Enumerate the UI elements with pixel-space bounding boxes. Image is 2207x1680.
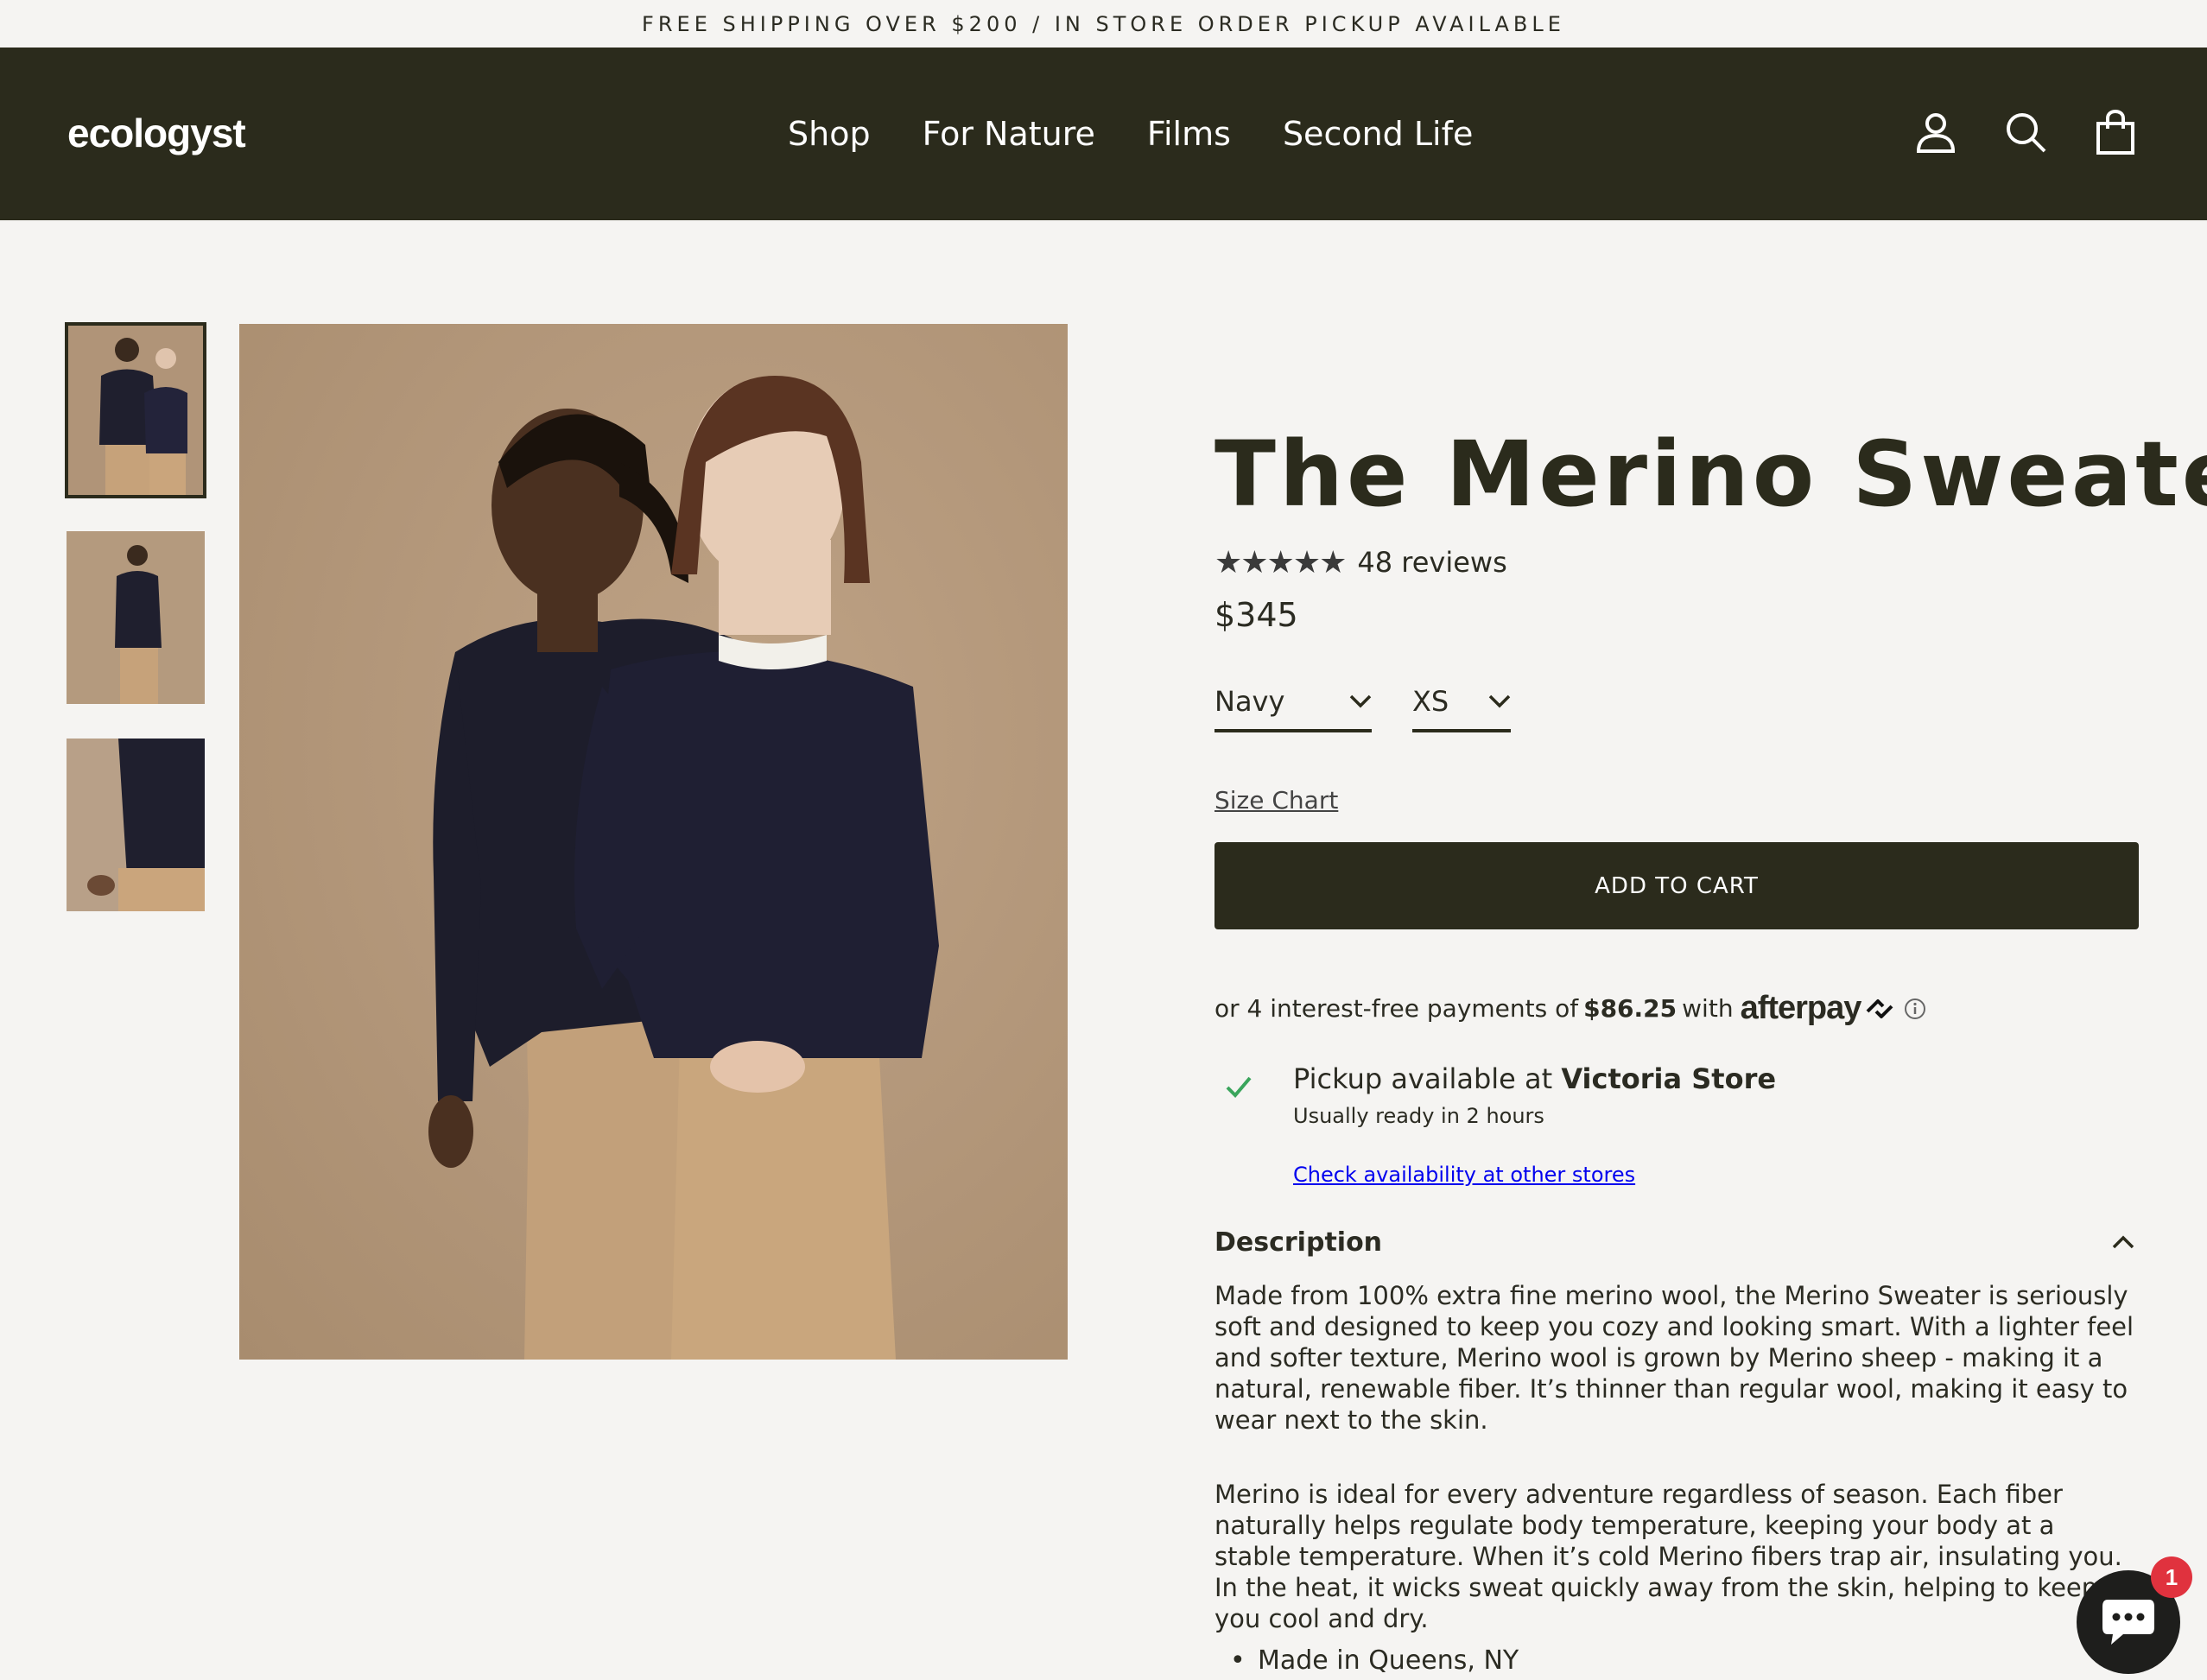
size-select[interactable]: XS	[1412, 682, 1511, 732]
afterpay-with: with	[1682, 994, 1734, 1023]
chevron-down-icon	[1349, 694, 1372, 708]
thumbnail-2[interactable]	[67, 531, 205, 704]
pickup-store-name: Victoria Store	[1561, 1062, 1777, 1095]
product-rating[interactable]: ★★★★★ 48 reviews	[1214, 544, 1507, 580]
afterpay-logo: afterpay	[1740, 990, 1862, 1026]
afterpay-arrows-icon	[1866, 998, 1893, 1018]
description-toggle[interactable]: Description	[1214, 1220, 2139, 1264]
info-icon[interactable]	[1904, 998, 1926, 1020]
description-bullet: Made in Queens, NY	[1230, 1645, 1519, 1676]
product-title: The Merino Sweater	[1214, 422, 2207, 527]
thumbnail-1[interactable]	[65, 322, 206, 498]
description-heading: Description	[1214, 1227, 1383, 1258]
search-icon[interactable]	[2001, 108, 2050, 156]
check-icon	[1226, 1076, 1252, 1098]
chevron-down-icon	[1488, 694, 1511, 708]
product-price: $345	[1214, 596, 1298, 634]
star-rating-icon: ★★★★★	[1214, 544, 1347, 580]
size-chart-link[interactable]: Size Chart	[1214, 786, 1338, 815]
color-select-value: Navy	[1214, 685, 1285, 718]
description-paragraph-2: Merino is ideal for every adventure rega…	[1214, 1480, 2122, 1633]
pickup-ready-time: Usually ready in 2 hours	[1293, 1104, 1544, 1128]
product-thumbnail-image	[67, 739, 205, 911]
nav-item-films[interactable]: Films	[1147, 115, 1231, 153]
nav-item-second-life[interactable]: Second Life	[1283, 115, 1473, 153]
afterpay-prefix: or 4 interest-free payments of	[1214, 994, 1579, 1023]
header-icons	[1912, 108, 2140, 156]
cart-icon[interactable]	[2091, 108, 2140, 156]
product-thumbnail-image	[67, 531, 205, 704]
review-count[interactable]: 48 reviews	[1357, 546, 1506, 579]
product-main-image[interactable]	[239, 324, 1068, 1360]
afterpay-message: or 4 interest-free payments of $86.25 wi…	[1214, 990, 1926, 1027]
add-to-cart-button[interactable]: ADD TO CART	[1214, 842, 2139, 929]
chat-bubble-icon	[2102, 1600, 2154, 1645]
nav-item-shop[interactable]: Shop	[788, 115, 871, 153]
check-availability-link[interactable]: Check availability at other stores	[1293, 1163, 1635, 1187]
site-header: ecologyst Shop For Nature Films Second L…	[0, 48, 2207, 220]
main-nav: Shop For Nature Films Second Life	[788, 115, 1473, 153]
chevron-up-icon	[2112, 1235, 2134, 1249]
afterpay-amount: $86.25	[1583, 994, 1677, 1023]
description-paragraph-1: Made from 100% extra fine merino wool, t…	[1214, 1281, 2134, 1435]
models-photo	[428, 376, 939, 1360]
thumbnail-3[interactable]	[67, 739, 205, 911]
pickup-status: Pickup available at Victoria Store	[1293, 1062, 1776, 1095]
pickup-prefix: Pickup available at	[1293, 1062, 1562, 1095]
announcement-bar: FREE SHIPPING OVER $200 / IN STORE ORDER…	[642, 11, 1565, 36]
nav-item-for-nature[interactable]: For Nature	[923, 115, 1095, 153]
account-icon[interactable]	[1912, 108, 1960, 156]
chat-notification-badge: 1	[2151, 1556, 2192, 1598]
product-thumbnail-image	[67, 324, 205, 497]
size-select-value: XS	[1412, 685, 1449, 718]
logo[interactable]: ecologyst	[67, 110, 246, 156]
color-select[interactable]: Navy	[1214, 682, 1372, 732]
